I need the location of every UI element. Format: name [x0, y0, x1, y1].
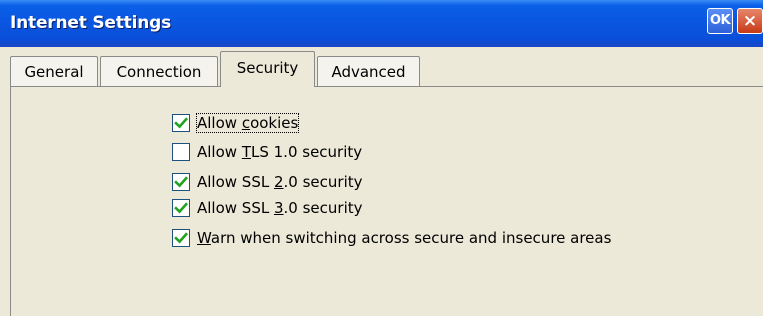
- close-icon: ×: [742, 11, 758, 31]
- tab-security[interactable]: Security: [220, 51, 315, 87]
- allow-ssl2-checkbox[interactable]: [172, 173, 190, 191]
- window-title: Internet Settings: [10, 13, 171, 33]
- allow-cookies-label: Allow cookies: [195, 113, 300, 133]
- tab-strip: General Connection Security Advanced: [0, 49, 763, 87]
- checkmark-icon: [174, 117, 188, 129]
- checkmark-icon: [174, 176, 188, 188]
- ok-button[interactable]: OK: [707, 8, 733, 34]
- security-panel: Allow cookies Allow TLS 1.0 security All…: [10, 87, 763, 316]
- internet-settings-window: Internet Settings OK × General Connectio…: [0, 0, 763, 316]
- tab-general[interactable]: General: [10, 56, 98, 86]
- close-button[interactable]: ×: [737, 8, 763, 34]
- allow-ssl3-label: Allow SSL 3.0 security: [197, 199, 363, 217]
- checkmark-icon: [174, 202, 188, 214]
- allow-cookies-option[interactable]: Allow cookies: [172, 112, 300, 134]
- title-bar[interactable]: Internet Settings OK ×: [0, 0, 763, 47]
- allow-tls-option[interactable]: Allow TLS 1.0 security: [172, 141, 362, 163]
- warn-switching-option[interactable]: Warn when switching across secure and in…: [172, 227, 611, 249]
- allow-cookies-checkbox[interactable]: [172, 114, 190, 132]
- allow-ssl2-label: Allow SSL 2.0 security: [197, 173, 363, 191]
- tab-baseline: [10, 86, 763, 87]
- warn-switching-checkbox[interactable]: [172, 229, 190, 247]
- warn-switching-label: Warn when switching across secure and in…: [197, 229, 612, 247]
- allow-ssl3-option[interactable]: Allow SSL 3.0 security: [172, 197, 363, 219]
- allow-ssl2-option[interactable]: Allow SSL 2.0 security: [172, 171, 363, 193]
- tab-connection[interactable]: Connection: [100, 56, 218, 86]
- checkmark-icon: [174, 232, 188, 244]
- allow-tls-label: Allow TLS 1.0 security: [197, 143, 363, 161]
- tab-advanced[interactable]: Advanced: [317, 56, 420, 86]
- allow-tls-checkbox[interactable]: [172, 143, 190, 161]
- allow-ssl3-checkbox[interactable]: [172, 199, 190, 217]
